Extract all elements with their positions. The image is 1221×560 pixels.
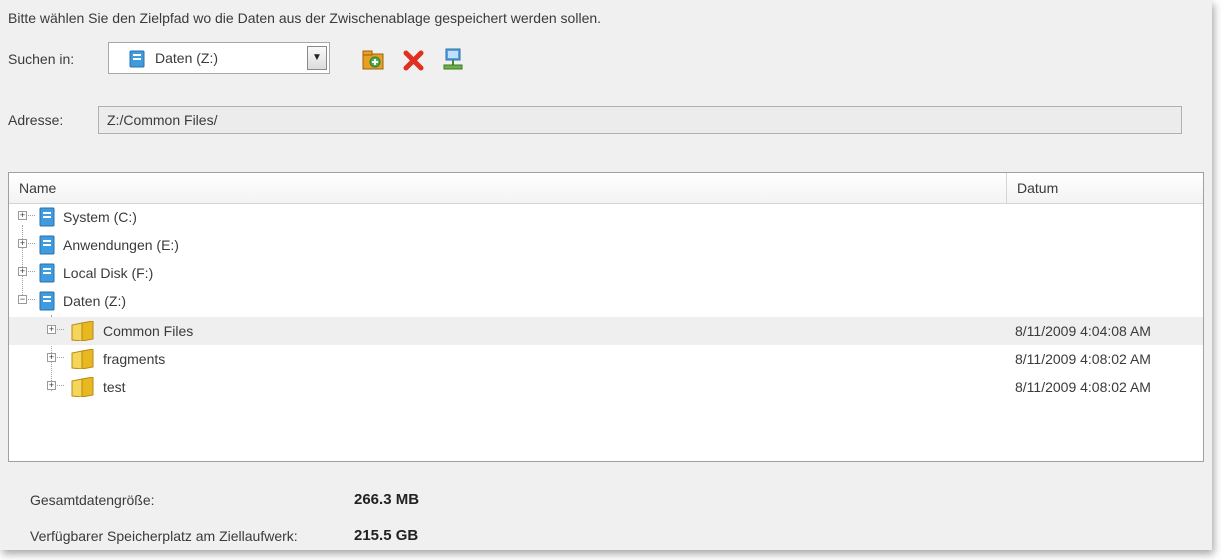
tree-row-drive[interactable]: + Anwendungen (E:) [9,231,1203,259]
expand-icon[interactable]: + [47,381,56,390]
search-in-selected: Daten (Z:) [155,50,219,66]
column-divider[interactable] [1006,173,1007,203]
drive-label: Daten (Z:) [63,293,127,309]
tree-row-folder[interactable]: + fragments 8/11/2009 4:08:02 AM [9,345,1203,373]
tree-line [28,271,35,272]
instruction-text: Bitte wählen Sie den Zielpfad wo die Dat… [8,10,602,26]
column-name-header[interactable]: Name [19,180,56,196]
folder-date: 8/11/2009 4:08:02 AM [1015,351,1151,367]
drive-icon [129,50,145,73]
expand-icon[interactable]: + [47,353,56,362]
tree-line [28,299,35,300]
drive-icon [39,291,55,316]
tree-line [28,243,35,244]
folder-date: 8/11/2009 4:04:08 AM [1015,323,1151,339]
address-label: Adresse: [8,112,64,128]
expand-icon[interactable]: + [18,211,27,220]
total-size-label: Gesamtdatengröße: [30,492,155,508]
tree-line [57,385,64,386]
folder-label: fragments [103,351,166,367]
tree-row-drive[interactable]: − Daten (Z:) [9,287,1203,315]
folder-icon [69,348,95,374]
folder-label: Common Files [103,323,194,339]
tree-row-drive[interactable]: + System (C:) [9,203,1203,231]
drive-icon [39,235,55,260]
folder-icon [69,320,95,346]
folder-label: test [103,379,126,395]
address-field[interactable]: Z:/Common Files/ [98,106,1182,134]
tree-line [28,215,35,216]
folder-date: 8/11/2009 4:08:02 AM [1015,379,1151,395]
chevron-down-icon[interactable]: ▼ [307,46,327,70]
search-in-dropdown[interactable]: Daten (Z:) ▼ [108,42,330,74]
tree-row-drive[interactable]: + Local Disk (F:) [9,259,1203,287]
search-in-label: Suchen in: [8,51,75,67]
new-folder-icon[interactable] [360,47,386,73]
folder-icon [69,376,95,402]
drive-icon [39,207,55,232]
drive-label: System (C:) [63,209,137,225]
tree-line [57,329,64,330]
free-space-label: Verfügbarer Speicherplatz am Ziellaufwer… [30,528,298,544]
tree-row-folder[interactable]: + Common Files 8/11/2009 4:04:08 AM [9,317,1203,345]
total-size-value: 266.3 MB [354,491,420,508]
tree-row-folder[interactable]: + test 8/11/2009 4:08:02 AM [9,373,1203,401]
list-header: Name Datum [9,173,1203,204]
free-space-value: 215.5 GB [354,527,419,544]
drive-icon [39,263,55,288]
delete-icon[interactable] [401,47,427,73]
column-date-header[interactable]: Datum [1017,180,1058,196]
save-location-dialog: Bitte wählen Sie den Zielpfad wo die Dat… [0,0,1212,550]
collapse-icon[interactable]: − [18,295,27,304]
drive-label: Local Disk (F:) [63,265,154,281]
network-drive-icon[interactable] [440,47,466,73]
folder-tree[interactable]: Name Datum + System (C:) + Anwendungen (… [8,172,1204,462]
expand-icon[interactable]: + [18,239,27,248]
drive-label: Anwendungen (E:) [63,237,179,253]
tree-line [57,357,64,358]
expand-icon[interactable]: + [47,325,56,334]
expand-icon[interactable]: + [18,267,27,276]
